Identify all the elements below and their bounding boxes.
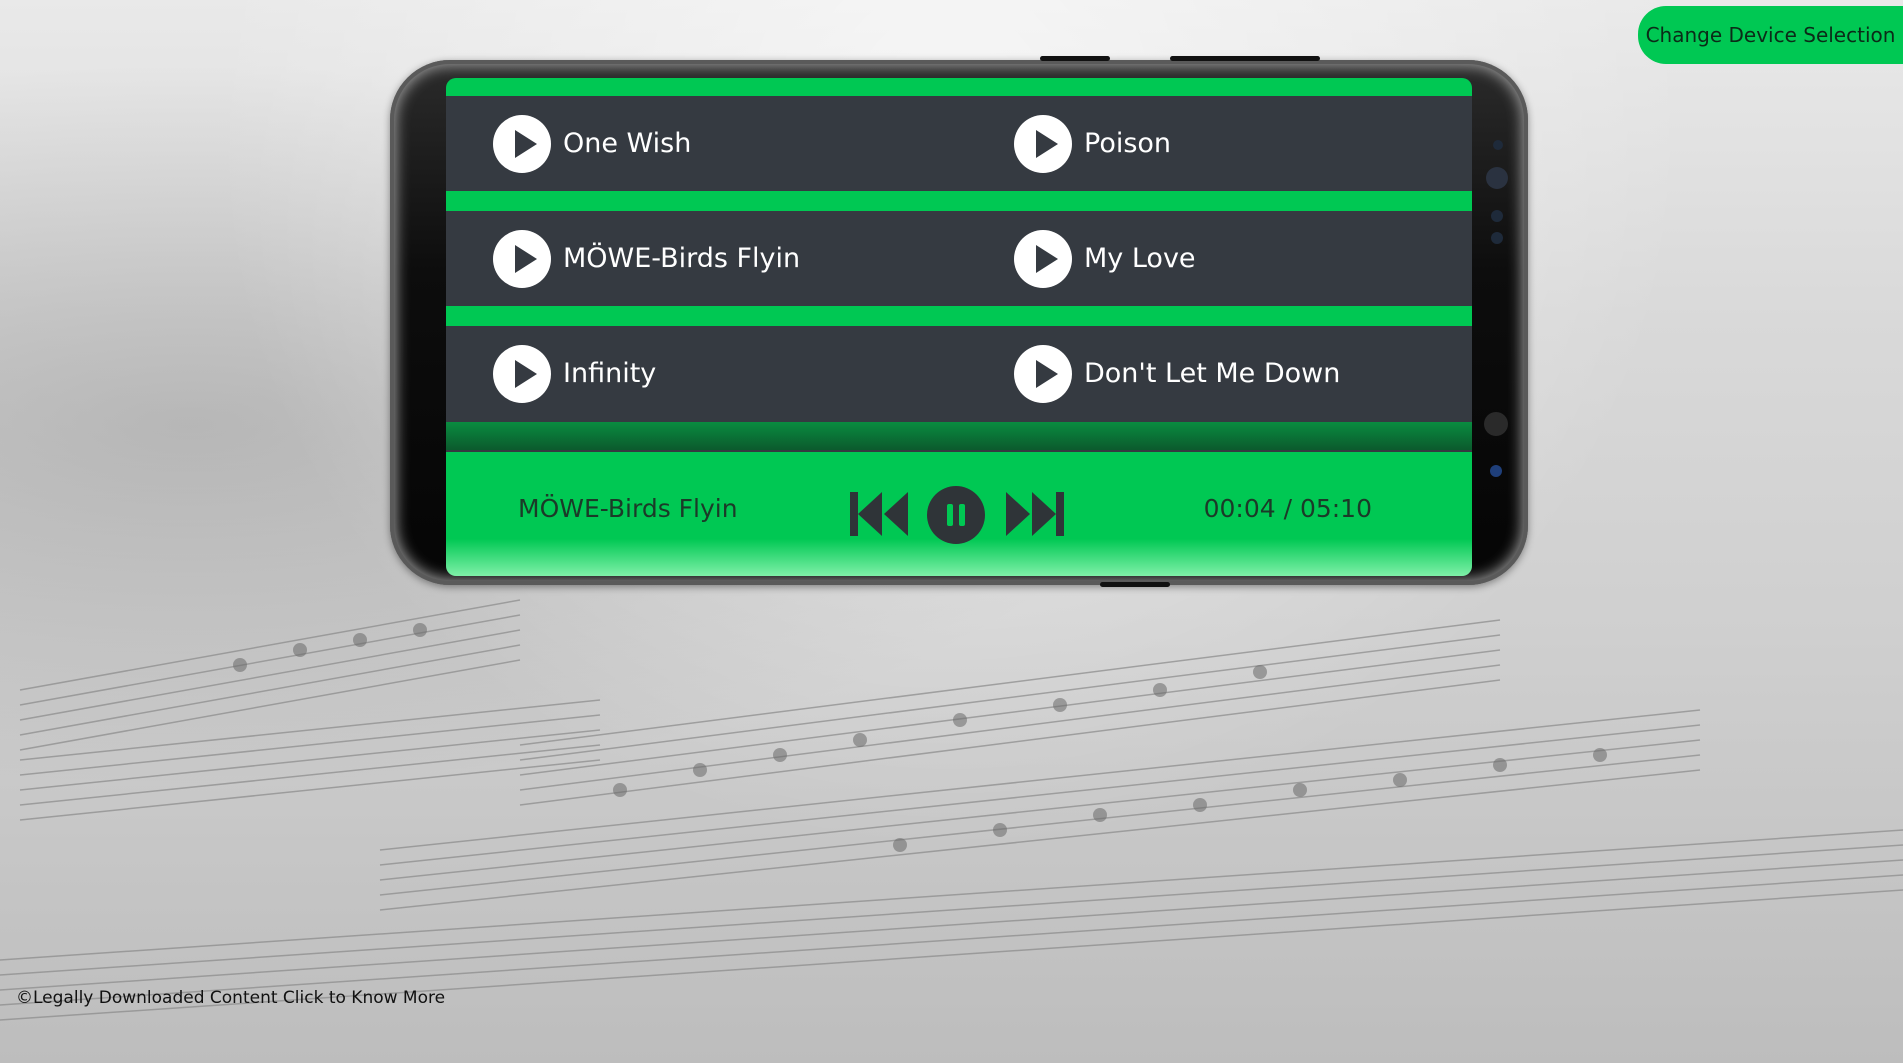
- song-title: My Love: [1084, 243, 1196, 274]
- playback-time: 00:04 / 05:10: [1203, 494, 1372, 523]
- now-playing-bar: MÖWE-Birds Flyin 00:04 / 05:10: [446, 452, 1472, 576]
- playlist-row: Infinity Don't Let Me Down: [446, 326, 1472, 421]
- divider-bar: [446, 306, 1472, 326]
- phone-sensor-dot: [1493, 140, 1503, 150]
- skip-next-icon[interactable]: [1004, 490, 1066, 538]
- song-title: Poison: [1084, 128, 1172, 159]
- song-title: Infinity: [563, 358, 657, 389]
- divider-bar: [446, 191, 1472, 211]
- play-icon[interactable]: [1014, 229, 1072, 288]
- phone-sensor-dot: [1491, 210, 1503, 222]
- playlist-row: One Wish Poison: [446, 96, 1472, 191]
- play-icon[interactable]: [493, 344, 551, 403]
- player-screen: One Wish Poison MÖWE-Birds Flyin My Love…: [446, 78, 1472, 576]
- play-icon[interactable]: [1014, 344, 1072, 403]
- phone-bottom-button: [1100, 582, 1170, 587]
- playlist-item[interactable]: Infinity: [446, 326, 959, 421]
- phone-sensor-dot: [1491, 232, 1503, 244]
- play-icon[interactable]: [493, 114, 551, 173]
- skip-previous-icon[interactable]: [848, 490, 910, 538]
- playlist-item[interactable]: Poison: [959, 96, 1472, 191]
- song-title: One Wish: [563, 128, 692, 159]
- playlist-item[interactable]: MÖWE-Birds Flyin: [446, 211, 959, 306]
- playlist-item[interactable]: Don't Let Me Down: [959, 326, 1472, 421]
- song-title: Don't Let Me Down: [1084, 358, 1341, 389]
- phone-frame: One Wish Poison MÖWE-Birds Flyin My Love…: [390, 56, 1528, 587]
- legal-notice-link[interactable]: ©Legally Downloaded Content Click to Kno…: [16, 988, 445, 1008]
- change-device-button[interactable]: Change Device Selection: [1638, 6, 1903, 64]
- phone-led-dot: [1490, 465, 1502, 477]
- play-icon[interactable]: [493, 229, 551, 288]
- phone-volume-button: [1040, 56, 1110, 61]
- divider-bar: [446, 78, 1472, 96]
- playlist-item[interactable]: My Love: [959, 211, 1472, 306]
- song-title: MÖWE-Birds Flyin: [563, 243, 801, 274]
- divider-bar: [446, 422, 1472, 450]
- phone-power-button: [1170, 56, 1320, 61]
- playlist-row: MÖWE-Birds Flyin My Love: [446, 211, 1472, 306]
- pause-icon[interactable]: [927, 486, 985, 544]
- play-icon[interactable]: [1014, 114, 1072, 173]
- playlist-item[interactable]: One Wish: [446, 96, 959, 191]
- phone-camera-icon: [1486, 167, 1508, 189]
- phone-fingerprint-icon: [1484, 412, 1508, 436]
- now-playing-title: MÖWE-Birds Flyin: [518, 494, 738, 523]
